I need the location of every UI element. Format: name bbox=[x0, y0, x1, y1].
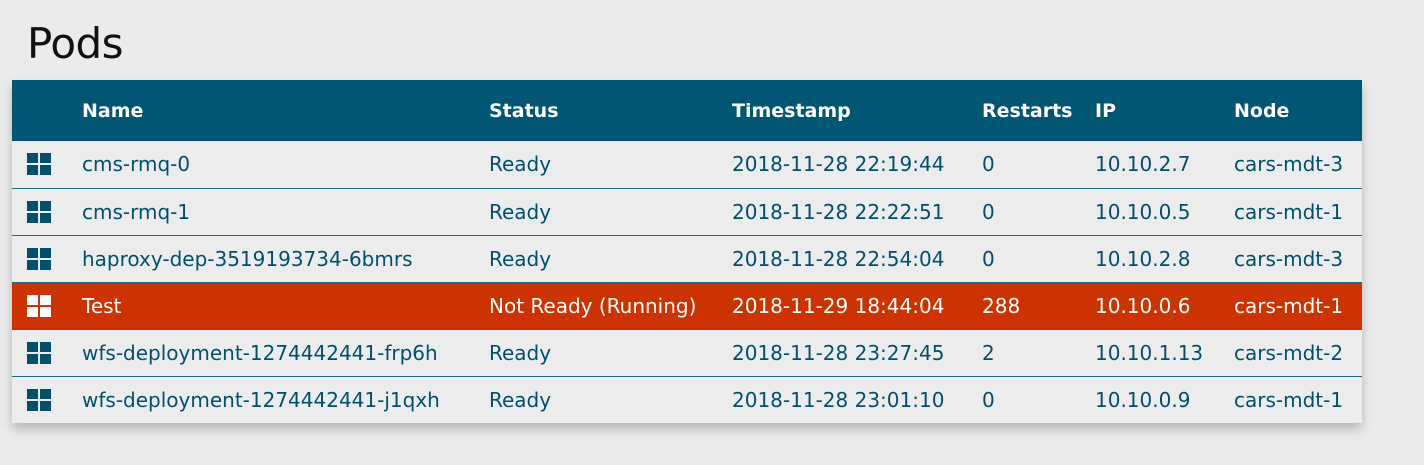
pod-node: cars-mdt-3 bbox=[1234, 235, 1362, 283]
column-header-restarts[interactable]: Restarts bbox=[982, 80, 1095, 141]
pod-ip: 10.10.0.6 bbox=[1095, 282, 1234, 330]
pod-timestamp: 2018-11-28 23:01:10 bbox=[732, 387, 945, 412]
pod-node: cars-mdt-1 bbox=[1234, 387, 1344, 412]
row-icon-cell bbox=[12, 376, 82, 423]
pod-status: Ready bbox=[489, 141, 732, 189]
pod-timestamp: 2018-11-28 23:27:45 bbox=[732, 329, 982, 377]
pod-ip: 10.10.2.8 bbox=[1095, 235, 1234, 283]
pod-timestamp: 2018-11-29 18:44:04 bbox=[732, 282, 982, 330]
pods-table: Name Status Timestamp Restarts IP Node c… bbox=[12, 80, 1362, 423]
grid-icon[interactable] bbox=[27, 153, 51, 176]
pod-name[interactable]: cms-rmq-1 bbox=[82, 188, 489, 236]
row-icon-cell bbox=[12, 235, 82, 283]
table-row[interactable]: cms-rmq-1 Ready 2018-11-28 22:22:51 0 10… bbox=[12, 188, 1362, 236]
table-row-error[interactable]: Test Not Ready (Running) 2018-11-29 18:4… bbox=[12, 282, 1362, 330]
table-row[interactable]: cms-rmq-0 Ready 2018-11-28 22:19:44 0 10… bbox=[12, 141, 1362, 189]
pod-status: Ready bbox=[489, 188, 732, 236]
grid-icon[interactable] bbox=[27, 341, 51, 365]
pod-timestamp: 2018-11-28 22:22:51 bbox=[732, 188, 982, 236]
pod-node: cars-mdt-3 bbox=[1234, 141, 1362, 189]
table-row[interactable]: wfs-deployment-1274442441-j1qxh Ready 20… bbox=[12, 376, 1362, 423]
table-body: cms-rmq-0 Ready 2018-11-28 22:19:44 0 10… bbox=[12, 141, 1362, 423]
grid-icon[interactable] bbox=[27, 388, 51, 412]
pod-restarts: 0 bbox=[982, 387, 995, 412]
column-header-timestamp[interactable]: Timestamp bbox=[732, 80, 982, 141]
grid-icon[interactable] bbox=[27, 200, 51, 224]
pod-restarts: 288 bbox=[982, 282, 1095, 330]
table-row[interactable]: haproxy-dep-3519193734-6bmrs Ready 2018-… bbox=[12, 235, 1362, 283]
pod-ip: 10.10.0.5 bbox=[1095, 188, 1234, 236]
page-title: Pods bbox=[27, 19, 124, 68]
table-row[interactable]: wfs-deployment-1274442441-frp6h Ready 20… bbox=[12, 329, 1362, 377]
pod-restarts: 2 bbox=[982, 329, 1095, 377]
row-icon-cell bbox=[12, 141, 82, 189]
pod-name[interactable]: cms-rmq-0 bbox=[82, 141, 489, 189]
pod-status: Not Ready (Running) bbox=[489, 282, 732, 330]
header-icon-column bbox=[12, 80, 82, 141]
pod-ip: 10.10.0.9 bbox=[1095, 387, 1191, 412]
pod-status: Ready bbox=[489, 235, 732, 283]
pod-status: Ready bbox=[489, 387, 552, 412]
grid-icon[interactable] bbox=[27, 247, 51, 271]
column-header-node[interactable]: Node bbox=[1234, 80, 1362, 141]
pod-name[interactable]: Test bbox=[82, 282, 489, 330]
row-icon-cell bbox=[12, 188, 82, 236]
column-header-ip[interactable]: IP bbox=[1095, 80, 1234, 141]
pod-timestamp: 2018-11-28 22:19:44 bbox=[732, 141, 982, 189]
pod-node: cars-mdt-2 bbox=[1234, 329, 1362, 377]
header-row: Name Status Timestamp Restarts IP Node bbox=[12, 80, 1362, 141]
column-header-name[interactable]: Name bbox=[82, 80, 489, 141]
row-icon-cell bbox=[12, 282, 82, 330]
pod-ip: 10.10.2.7 bbox=[1095, 141, 1234, 189]
pod-ip: 10.10.1.13 bbox=[1095, 329, 1234, 377]
pod-restarts: 0 bbox=[982, 141, 1095, 189]
column-header-status[interactable]: Status bbox=[489, 80, 732, 141]
pod-node: cars-mdt-1 bbox=[1234, 188, 1362, 236]
pod-status: Ready bbox=[489, 329, 732, 377]
pod-restarts: 0 bbox=[982, 235, 1095, 283]
row-icon-cell bbox=[12, 329, 82, 377]
pod-name[interactable]: wfs-deployment-1274442441-j1qxh bbox=[82, 376, 489, 423]
pod-restarts: 0 bbox=[982, 188, 1095, 236]
pod-timestamp: 2018-11-28 22:54:04 bbox=[732, 235, 982, 283]
pod-name[interactable]: wfs-deployment-1274442441-frp6h bbox=[82, 329, 489, 377]
grid-icon[interactable] bbox=[27, 294, 51, 318]
table-header: Name Status Timestamp Restarts IP Node bbox=[12, 80, 1362, 141]
pod-node: cars-mdt-1 bbox=[1234, 282, 1362, 330]
pod-name[interactable]: haproxy-dep-3519193734-6bmrs bbox=[82, 235, 489, 283]
